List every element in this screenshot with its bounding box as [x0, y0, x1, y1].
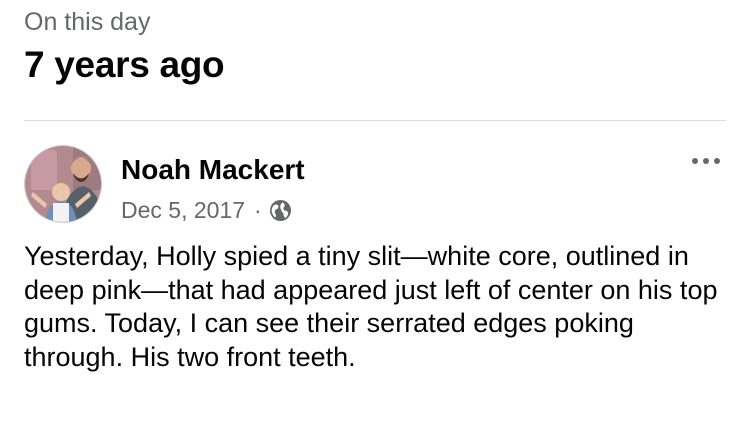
- memories-title: 7 years ago: [24, 44, 225, 85]
- author-avatar[interactable]: [24, 145, 102, 223]
- author-name[interactable]: Noah Mackert: [121, 154, 305, 186]
- meta-separator: ·: [254, 197, 262, 223]
- post-text: Yesterday, Holly spied a tiny slit—white…: [24, 241, 718, 372]
- post-meta: Dec 5, 2017 ·: [121, 197, 292, 224]
- more-dot: [714, 158, 720, 164]
- more-options-icon[interactable]: [690, 152, 722, 170]
- avatar-photo: [25, 146, 101, 222]
- memories-label: On this day: [24, 8, 151, 36]
- more-dot: [692, 158, 698, 164]
- more-dot: [703, 158, 709, 164]
- post-date[interactable]: Dec 5, 2017: [121, 197, 245, 224]
- globe-icon[interactable]: [269, 199, 292, 222]
- divider: [24, 120, 726, 121]
